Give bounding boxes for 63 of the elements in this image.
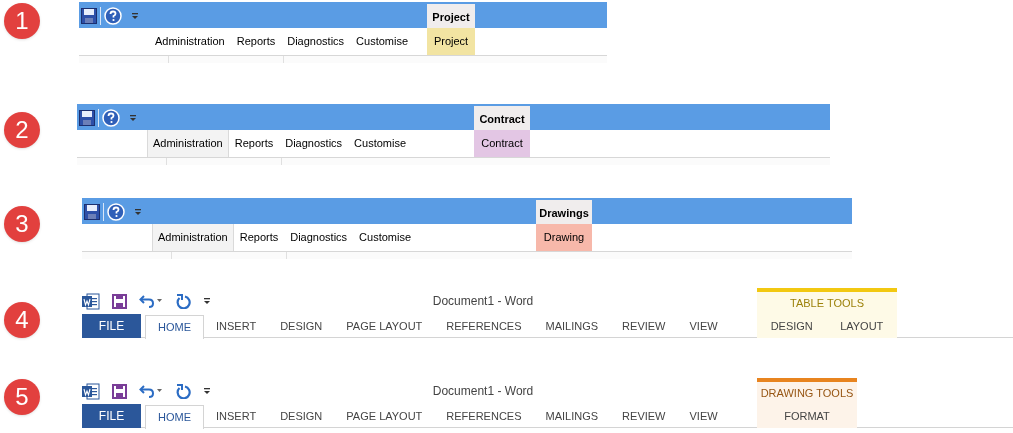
ribbon-tab[interactable]: Customise [350,28,415,55]
step-number: 5 [4,379,40,415]
ribbon-tab[interactable]: Diagnostics [284,224,354,251]
context-group-header: TABLE TOOLS [757,288,897,314]
ribbon-tab[interactable]: VIEW [677,404,730,428]
save-icon[interactable] [112,383,127,399]
undo-icon[interactable] [139,293,163,309]
ribbon-tab[interactable]: PAGE LAYOUT [334,404,435,428]
ribbon-tab[interactable]: Administration [147,130,229,157]
ribbon-tab[interactable]: Administration [152,224,234,251]
ribbon-tab[interactable]: REFERENCES [434,314,534,338]
context-header: Contract [474,106,530,130]
ribbon-tab[interactable]: Reports [233,224,285,251]
ribbon-tab[interactable]: DESIGN [268,314,335,338]
ribbon-tab[interactable]: Administration [149,28,231,55]
save-icon[interactable] [84,204,100,220]
context-tab[interactable]: Drawing [536,224,592,251]
help-icon[interactable] [104,7,122,25]
ribbon-tab[interactable]: REVIEW [610,314,678,338]
help-icon[interactable] [102,109,120,127]
ribbon-tab[interactable]: Customise [348,130,413,157]
ribbon-tab[interactable]: VIEW [677,314,730,338]
ribbon-tab[interactable]: MAILINGS [533,404,611,428]
ribbon-tab[interactable]: REFERENCES [434,404,534,428]
window-title: Document1 - Word [431,293,535,310]
ribbon-tab[interactable]: Reports [230,28,282,55]
context-header: Project [427,4,475,28]
ribbon-tab[interactable]: HOME [145,405,204,429]
redo-icon[interactable] [175,383,191,399]
undo-icon[interactable] [139,383,163,399]
context-group-header: DRAWING TOOLS [757,378,857,404]
ribbon-tab[interactable]: DESIGN [268,404,335,428]
word-app-icon[interactable] [82,292,100,310]
step-number: 1 [4,3,40,39]
ribbon-tab[interactable]: Reports [228,130,280,157]
ribbon-tab[interactable]: HOME [145,315,204,339]
step-number: 2 [4,112,40,148]
ribbon-tab[interactable]: MAILINGS [533,314,611,338]
file-tab[interactable]: FILE [82,404,141,428]
save-icon[interactable] [79,110,95,126]
window-title: Document1 - Word [431,383,535,400]
ribbon-tab[interactable]: Diagnostics [281,28,351,55]
save-icon[interactable] [112,293,127,309]
ribbon-tab[interactable]: REVIEW [610,404,678,428]
ribbon-tab[interactable]: INSERT [204,404,269,428]
file-tab[interactable]: FILE [82,314,141,338]
context-header: Drawings [536,200,592,224]
context-tab[interactable]: Contract [474,130,530,157]
ribbon-tab[interactable]: Diagnostics [279,130,349,157]
context-tab[interactable]: DESIGN [766,317,817,335]
context-tab[interactable]: Project [427,28,475,55]
help-icon[interactable] [107,203,125,221]
dropdown-caret-icon[interactable] [203,387,211,395]
ribbon-tab[interactable]: Customise [353,224,418,251]
dropdown-caret-icon[interactable] [203,297,211,305]
save-icon[interactable] [81,8,97,24]
word-app-icon[interactable] [82,382,100,400]
context-tab[interactable]: LAYOUT [836,317,888,335]
ribbon-tab[interactable]: INSERT [204,314,269,338]
step-number: 3 [4,206,40,242]
step-number: 4 [4,302,40,338]
redo-icon[interactable] [175,293,191,309]
ribbon-tab[interactable]: PAGE LAYOUT [334,314,435,338]
